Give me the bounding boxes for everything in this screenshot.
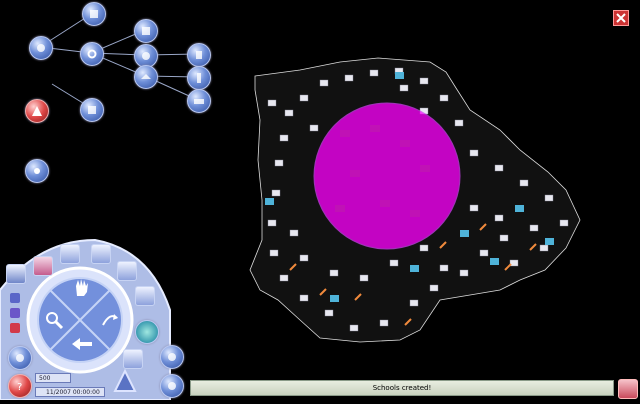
- layer-toggle-pink[interactable]: [33, 256, 53, 276]
- money-icon[interactable]: [8, 346, 32, 370]
- selection-circle[interactable]: [313, 102, 461, 250]
- svg-text:?: ?: [17, 382, 22, 393]
- refresh-icon[interactable]: [100, 310, 120, 330]
- date-value: 11/2007 00:00:00: [46, 389, 100, 396]
- status-message: Schools created!: [372, 384, 432, 392]
- save-tool[interactable]: [135, 286, 155, 306]
- pencil-tool[interactable]: [60, 244, 80, 264]
- date-input[interactable]: 11/2007 00:00:00: [35, 387, 105, 397]
- help-icon[interactable]: ?: [8, 374, 32, 398]
- status-back-button[interactable]: [618, 379, 638, 399]
- chart-icon[interactable]: [6, 264, 26, 284]
- document-tool[interactable]: [91, 244, 111, 264]
- pause-button[interactable]: [10, 308, 20, 318]
- compass-icon[interactable]: [160, 345, 184, 369]
- target-icon[interactable]: [135, 320, 159, 344]
- scale-input[interactable]: 500: [35, 373, 71, 383]
- arrow-left-icon[interactable]: [70, 336, 94, 352]
- world-icon[interactable]: [160, 374, 184, 398]
- edit-tool[interactable]: [117, 261, 137, 281]
- stack-tool[interactable]: [123, 349, 143, 369]
- hand-icon[interactable]: [72, 276, 92, 298]
- play-button[interactable]: [10, 293, 20, 303]
- magnify-icon[interactable]: [44, 310, 64, 330]
- ruler-icon[interactable]: [112, 368, 138, 394]
- scale-value: 500: [39, 375, 51, 382]
- stop-button[interactable]: [10, 323, 20, 333]
- status-bar: Schools created!: [190, 380, 614, 396]
